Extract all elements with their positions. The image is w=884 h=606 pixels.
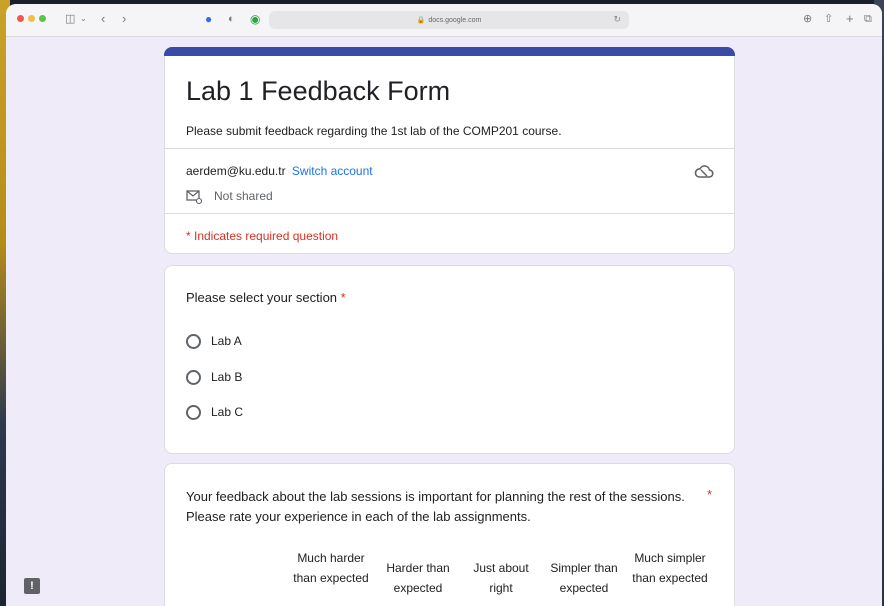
form-title: Lab 1 Feedback Form [186,76,451,106]
form-accent-bar [164,47,735,56]
radio-button[interactable] [186,333,201,349]
option-lab-c[interactable]: Lab C [186,402,243,422]
chevron-down-icon[interactable]: ⌄ [80,11,87,27]
radio-button[interactable] [186,369,201,385]
form-header-card: Lab 1 Feedback Form Please submit feedba… [164,47,735,254]
required-note: * Indicates required question [186,229,339,243]
option-label: Lab B [211,370,243,384]
close-window-button[interactable] [17,15,24,22]
grid-column-header: Harder than expected [386,561,450,595]
required-star: * [340,290,346,305]
radio-button[interactable] [186,404,201,420]
grid-column-header: Simpler than expected [550,561,618,595]
privacy-shield-icon[interactable]: ● [205,11,212,27]
cloud-save-icon[interactable] [694,164,714,180]
browser-window: ◫ ⌄ ‹ › ● ◐ ◉ 🔒 docs.google.com ↻ ⊕ ⇧ + … [6,4,882,606]
sidebar-toggle-icon[interactable]: ◫ [65,11,75,27]
form-description: Please submit feedback regarding the 1st… [186,124,562,138]
required-star: * [706,487,712,502]
question-section-text: Please select your section [186,290,338,305]
account-line: aerdem@ku.edu.tr Switch account [186,164,373,178]
new-tab-icon[interactable]: + [846,11,854,27]
option-lab-a[interactable]: Lab A [186,331,242,351]
question-section-card: Please select your section * Lab A Lab B… [164,265,735,454]
address-bar[interactable]: 🔒 docs.google.com ↻ [269,11,629,29]
form-page: Lab 1 Feedback Form Please submit feedba… [6,37,882,606]
not-shared-icon [186,190,202,204]
grid-column-header: Just about right [473,561,529,595]
question-rating-text: Your feedback about the lab sessions is … [186,489,685,524]
not-shared-label: Not shared [214,189,273,203]
report-feedback-icon[interactable]: ! [24,578,40,594]
minimize-window-button[interactable] [28,15,35,22]
question-section-label: Please select your section * [186,290,346,305]
reader-icon[interactable]: ◐ [228,11,235,27]
option-lab-b[interactable]: Lab B [186,367,242,387]
option-label: Lab C [211,405,244,419]
grid-column-header: Much simpler than expected [632,551,708,585]
header-divider [165,148,734,149]
back-icon[interactable]: ‹ [101,11,105,27]
header-divider-2 [165,213,734,214]
address-text: docs.google.com [428,16,482,24]
forward-icon[interactable]: › [122,11,126,27]
downloads-icon[interactable]: ⊕ [803,11,812,27]
zoom-window-button[interactable] [39,15,46,22]
reload-icon[interactable]: ↻ [613,14,621,25]
option-label: Lab A [211,334,242,348]
browser-toolbar: ◫ ⌄ ‹ › ● ◐ ◉ 🔒 docs.google.com ↻ ⊕ ⇧ + … [6,4,882,37]
lock-icon: 🔒 [416,17,426,24]
account-email: aerdem@ku.edu.tr [186,164,286,178]
extension-icon[interactable]: ◉ [250,11,260,27]
share-icon[interactable]: ⇧ [824,11,833,27]
question-rating-card: Your feedback about the lab sessions is … [164,463,735,606]
grid-column-header: Much harder than expected [293,551,369,585]
tab-overview-icon[interactable]: ⧉ [864,11,872,27]
switch-account-link[interactable]: Switch account [292,164,373,178]
